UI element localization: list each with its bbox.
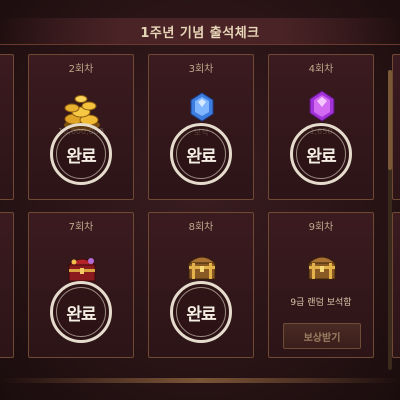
attendance-card-day-4: 4회차 1,650 완료 bbox=[268, 54, 374, 200]
day-label: 4회차 bbox=[308, 64, 334, 75]
gold-treasure-chest-icon bbox=[269, 243, 373, 303]
bottom-divider bbox=[0, 378, 400, 383]
completed-stamp: 완료 bbox=[290, 123, 352, 185]
attendance-card-day-3: 3회차 보석 완료 bbox=[148, 54, 254, 200]
title-bar: 1주년 기념 출석체크 bbox=[0, 18, 400, 45]
partial-card-left-top bbox=[0, 54, 14, 200]
stamp-text: 완료 bbox=[66, 304, 96, 325]
day-label: 9회차 bbox=[308, 222, 334, 233]
window-title: 1주년 기념 출석체크 bbox=[140, 25, 260, 41]
stamp-text: 완료 bbox=[306, 146, 336, 167]
attendance-window: 1주년 기념 출석체크 2회차 10,000,000 완료 3회차 보석 완료 … bbox=[0, 0, 400, 400]
day-label: 7회차 bbox=[68, 222, 94, 233]
day-label: 3회차 bbox=[188, 64, 214, 75]
stamp-text: 완료 bbox=[186, 304, 216, 325]
attendance-card-day-9: 9회차 9급 랜덤 보석함 보상받기 bbox=[268, 212, 374, 358]
stamp-text: 완료 bbox=[66, 146, 96, 167]
attendance-card-day-2: 2회차 10,000,000 완료 bbox=[28, 54, 134, 200]
partial-card-left-bottom bbox=[0, 212, 14, 358]
completed-stamp: 완료 bbox=[50, 123, 112, 185]
attendance-card-day-8: 8회차 완료 bbox=[148, 212, 254, 358]
day-label: 8회차 bbox=[188, 222, 214, 233]
completed-stamp: 완료 bbox=[170, 281, 232, 343]
attendance-card-day-7: 7회차 완료 bbox=[28, 212, 134, 358]
scrollbar-thumb[interactable] bbox=[388, 70, 392, 170]
partial-card-right-bottom bbox=[392, 212, 400, 358]
completed-stamp: 완료 bbox=[170, 123, 232, 185]
item-name: 9급 랜덤 보석함 bbox=[290, 298, 352, 308]
claim-reward-button[interactable]: 보상받기 bbox=[283, 323, 361, 349]
completed-stamp: 완료 bbox=[50, 281, 112, 343]
day-label: 2회차 bbox=[68, 64, 94, 75]
partial-card-right-top bbox=[392, 54, 400, 200]
stamp-text: 완료 bbox=[186, 146, 216, 167]
